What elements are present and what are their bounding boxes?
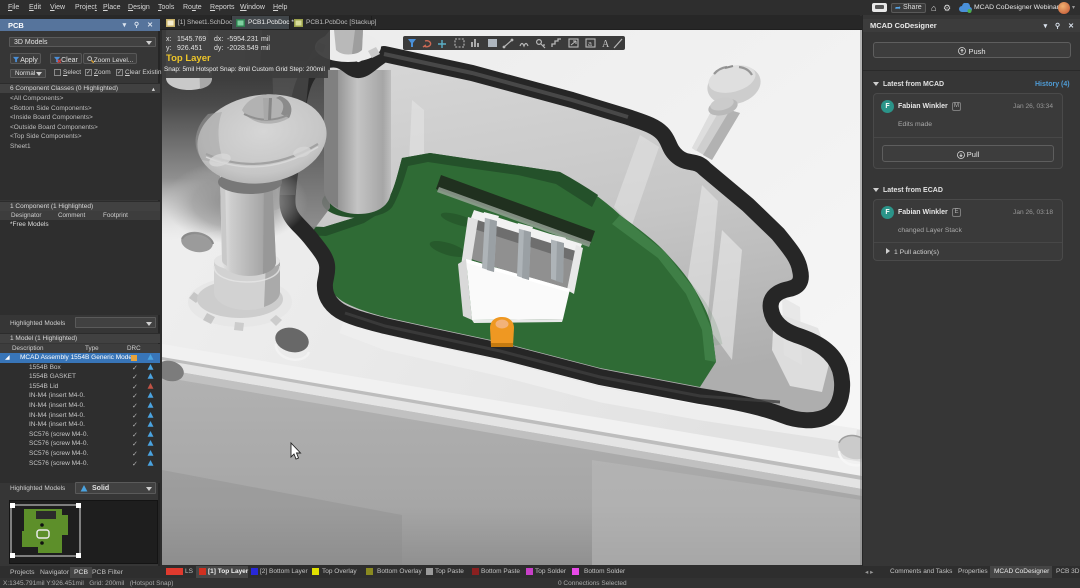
svg-text:a: a (588, 41, 592, 48)
svg-text:A: A (602, 39, 610, 50)
